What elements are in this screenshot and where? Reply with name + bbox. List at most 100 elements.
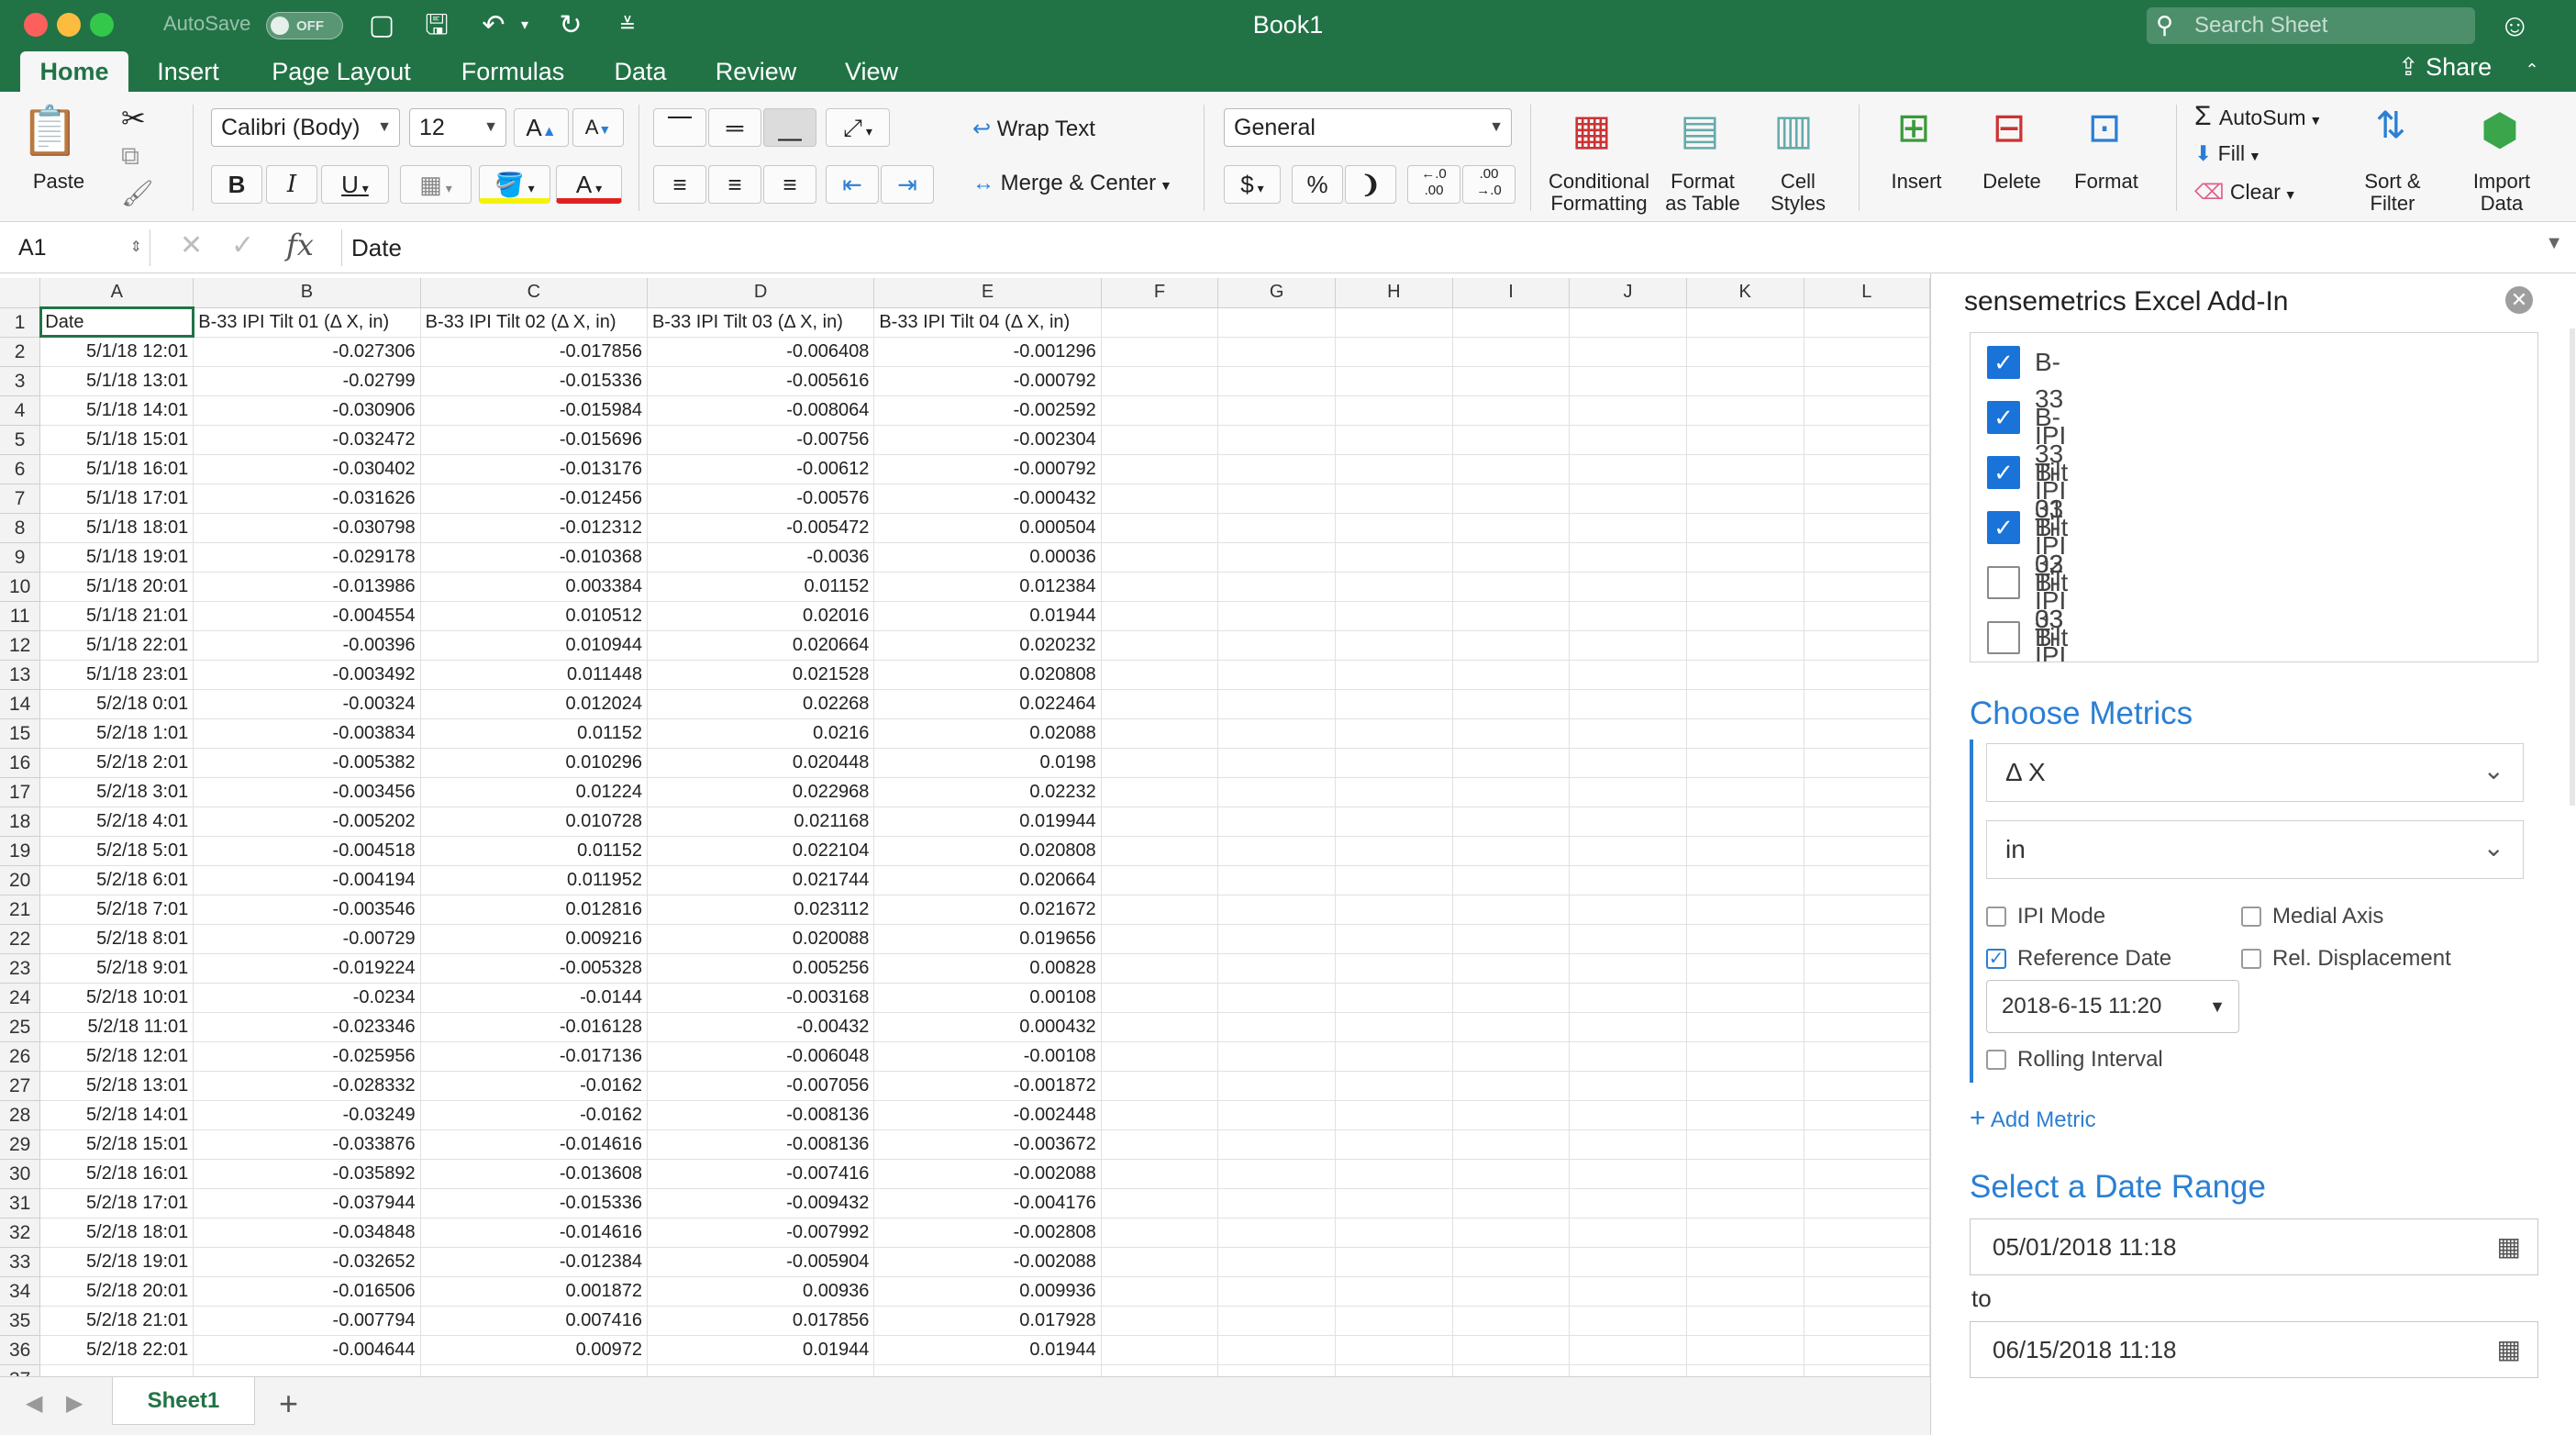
cell[interactable]: 0.01224 <box>420 777 648 807</box>
cell[interactable]: -0.00612 <box>647 454 875 484</box>
cell[interactable] <box>1804 307 1930 338</box>
cell[interactable] <box>1452 513 1571 543</box>
row-header[interactable]: 10 <box>0 572 41 602</box>
cell[interactable] <box>1217 1247 1337 1277</box>
cell[interactable] <box>1452 1159 1571 1189</box>
cell[interactable] <box>1804 542 1930 573</box>
cell[interactable] <box>1217 484 1337 514</box>
cell[interactable] <box>1686 1159 1804 1189</box>
cell[interactable] <box>1335 1276 1453 1307</box>
cell[interactable] <box>1452 1335 1571 1365</box>
cell[interactable]: -0.005382 <box>193 748 421 778</box>
cell[interactable]: 5/2/18 9:01 <box>39 953 194 984</box>
row-header[interactable]: 3 <box>0 366 41 396</box>
cell[interactable] <box>1686 1218 1804 1248</box>
cell[interactable] <box>1101 1364 1219 1377</box>
cell[interactable] <box>1452 1071 1571 1101</box>
cell[interactable] <box>1686 1129 1804 1160</box>
cell[interactable]: 5/1/18 17:01 <box>39 484 194 514</box>
cell[interactable]: 0.019944 <box>873 806 1102 837</box>
cell[interactable]: 0.001872 <box>420 1276 648 1307</box>
cell[interactable] <box>647 1364 875 1377</box>
cell[interactable] <box>1452 748 1571 778</box>
cell[interactable]: 5/2/18 21:01 <box>39 1306 194 1336</box>
cell[interactable] <box>1804 513 1930 543</box>
cell[interactable]: 5/2/18 5:01 <box>39 836 194 866</box>
cell[interactable]: -0.0162 <box>420 1100 648 1130</box>
cell[interactable]: -0.031626 <box>193 484 421 514</box>
cell[interactable] <box>1804 1188 1930 1218</box>
row-header[interactable]: 13 <box>0 660 41 690</box>
cell[interactable] <box>1217 660 1337 690</box>
cell[interactable] <box>1101 337 1219 367</box>
cell[interactable] <box>1569 1129 1687 1160</box>
cell[interactable] <box>1686 1335 1804 1365</box>
align-left-icon[interactable]: ≡ <box>653 165 706 204</box>
cell[interactable] <box>1217 924 1337 954</box>
collapse-ribbon-icon[interactable]: ⌃ <box>2514 51 2550 88</box>
cell[interactable] <box>1804 806 1930 837</box>
cell[interactable] <box>1101 777 1219 807</box>
checkmark-icon[interactable]: ✓ <box>1987 401 2020 434</box>
cell[interactable] <box>1569 865 1687 895</box>
cell[interactable] <box>1452 1218 1571 1248</box>
percent-button[interactable]: % <box>1292 165 1343 204</box>
cell[interactable]: 0.010512 <box>420 601 648 631</box>
cell[interactable] <box>1804 1012 1930 1042</box>
cell[interactable]: -0.014616 <box>420 1218 648 1248</box>
cell[interactable]: 0.00972 <box>420 1335 648 1365</box>
cell[interactable] <box>1686 983 1804 1013</box>
cell[interactable] <box>1452 1276 1571 1307</box>
add-sheet-icon[interactable]: + <box>279 1385 298 1423</box>
cell[interactable] <box>1217 748 1337 778</box>
cell[interactable]: 0.02232 <box>873 777 1102 807</box>
cell[interactable] <box>1101 1306 1219 1336</box>
cell[interactable] <box>1804 748 1930 778</box>
cell[interactable] <box>1804 454 1930 484</box>
unit-dropdown[interactable]: in ⌄ <box>1986 820 2524 879</box>
cell[interactable]: -0.00396 <box>193 630 421 661</box>
cell[interactable]: -0.007416 <box>647 1159 875 1189</box>
cell[interactable] <box>1217 425 1337 455</box>
cell-styles-button[interactable]: Cell Styles <box>1761 171 1835 215</box>
medial-axis-checkbox[interactable]: Medial Axis <box>2241 903 2516 930</box>
cell[interactable] <box>1569 983 1687 1013</box>
cell[interactable]: 0.022968 <box>647 777 875 807</box>
cell[interactable] <box>1804 1218 1930 1248</box>
row-header[interactable]: 16 <box>0 748 41 778</box>
cell[interactable] <box>1217 777 1337 807</box>
tab-formulas[interactable]: Formulas <box>455 51 571 92</box>
cell[interactable] <box>1569 895 1687 925</box>
column-header[interactable]: B <box>193 278 421 308</box>
cell[interactable] <box>1101 983 1219 1013</box>
row-header[interactable]: 31 <box>0 1188 41 1218</box>
cell[interactable]: 5/1/18 12:01 <box>39 337 194 367</box>
cell[interactable]: 5/2/18 11:01 <box>39 1012 194 1042</box>
cell[interactable]: B-33 IPI Tilt 02 (Δ X, in) <box>420 307 648 338</box>
cell[interactable]: 5/2/18 20:01 <box>39 1276 194 1307</box>
cell[interactable]: -0.012456 <box>420 484 648 514</box>
cell[interactable] <box>1569 1276 1687 1307</box>
cell[interactable]: 0.020664 <box>647 630 875 661</box>
cell[interactable] <box>1217 689 1337 719</box>
rel-displacement-checkbox[interactable]: Rel. Displacement <box>2241 945 2516 973</box>
customize-toolbar-icon[interactable]: ≚ <box>609 7 646 44</box>
cell[interactable] <box>1686 1276 1804 1307</box>
end-date-field[interactable]: 06/15/2018 11:18 ▦ <box>1970 1321 2538 1378</box>
cell[interactable] <box>1101 836 1219 866</box>
row-header[interactable]: 1 <box>0 307 41 338</box>
row-header[interactable]: 21 <box>0 895 41 925</box>
cell[interactable]: 0.021672 <box>873 895 1102 925</box>
align-right-icon[interactable]: ≡ <box>763 165 816 204</box>
cell[interactable]: 0.01944 <box>873 1335 1102 1365</box>
paste-icon[interactable]: 📋 <box>20 103 80 161</box>
cell[interactable] <box>1686 484 1804 514</box>
cell[interactable] <box>1804 689 1930 719</box>
cell[interactable] <box>1217 572 1337 602</box>
cell[interactable] <box>1217 630 1337 661</box>
cell[interactable]: -0.002448 <box>873 1100 1102 1130</box>
row-header[interactable]: 36 <box>0 1335 41 1365</box>
row-header[interactable]: 37 <box>0 1364 41 1377</box>
cell[interactable] <box>1335 953 1453 984</box>
cell[interactable] <box>420 1364 648 1377</box>
